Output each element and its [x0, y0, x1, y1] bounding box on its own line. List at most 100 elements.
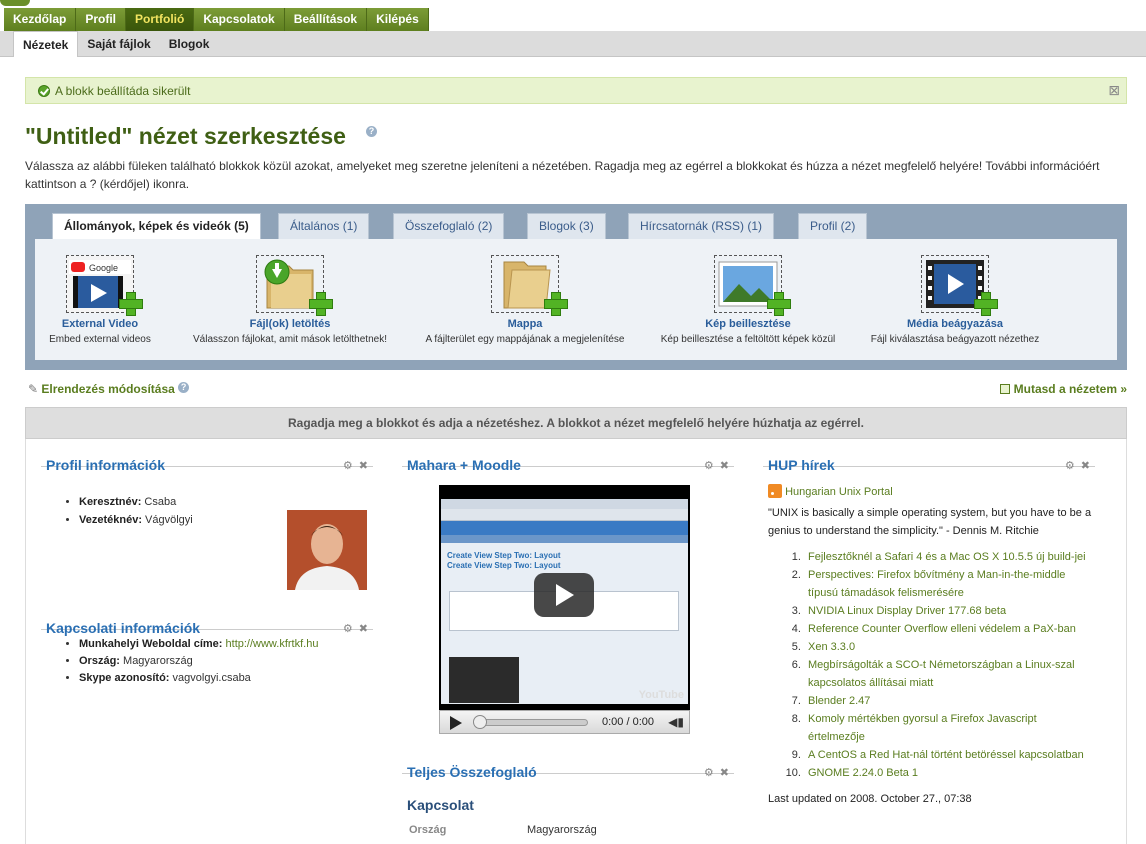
gear-icon[interactable]: ⚙ [343, 623, 353, 635]
seek-bar[interactable] [476, 719, 588, 726]
page-title: "Untitled" nézet szerkesztése [25, 123, 346, 149]
block-profile-header[interactable]: Profil információk ⚙ ✖ [41, 439, 373, 473]
subnav-item-blogs[interactable]: Blogok [160, 31, 219, 57]
video-overlay-subtitle: Create View Step Two: Layout [447, 561, 561, 570]
top-bar: Kezdőlap Profil Portfolió Kapcsolatok Be… [0, 0, 1146, 31]
block-list: Google External Video Embed external vid… [35, 239, 1117, 360]
block-title: Mahara + Moodle [407, 457, 521, 473]
view-icon [1000, 384, 1011, 394]
drop-zone-hint: Ragadja meg a blokkot és adja a nézetésh… [25, 407, 1127, 439]
seek-handle[interactable] [473, 715, 487, 729]
block-title: Teljes Összefoglaló [407, 764, 537, 780]
block-desc: A fájlterület egy mappájának a megjelení… [425, 334, 625, 345]
column-1: Profil információk ⚙ ✖ Keresztnév: Csaba … [41, 439, 373, 687]
summary-row: Ország Magyarország [409, 824, 729, 836]
tab-files-images-videos[interactable]: Állományok, képek és videók (5) [52, 213, 261, 240]
profile-photo [287, 510, 367, 590]
block-title: Kapcsolati információk [46, 620, 201, 636]
svg-text:Google: Google [89, 263, 118, 273]
last-updated: Last updated on 2008. October 27., 07:38 [768, 793, 972, 805]
list-item: Megbírságolták a SCO-t Németországban a … [804, 656, 1095, 692]
block-desc: Fájl kiválasztása beágyazott nézethez [870, 334, 1040, 345]
list-item: Komoly mértékben gyorsul a Firefox Javas… [804, 710, 1095, 746]
video-player[interactable]: Create View Step Two: Layout Create View… [439, 485, 690, 734]
view-canvas: Profil információk ⚙ ✖ Keresztnév: Csaba … [25, 439, 1127, 844]
gear-icon[interactable]: ⚙ [343, 460, 353, 472]
block-title: Profil információk [46, 457, 166, 473]
volume-icon[interactable]: ◀▮ [668, 715, 684, 729]
close-icon[interactable]: ✖ [720, 767, 729, 779]
play-icon[interactable] [450, 716, 462, 730]
summary-subtitle: Kapcsolat [407, 797, 474, 813]
gear-icon[interactable]: ⚙ [704, 460, 714, 472]
block-folder[interactable]: Mappa A fájlterület egy mappájának a meg… [410, 239, 640, 345]
tab-general[interactable]: Általános (1) [278, 213, 370, 239]
success-message: A blokk beállítáda sikerült ⊠ [25, 77, 1127, 104]
list-item: GNOME 2.24.0 Beta 1 [804, 764, 1095, 782]
block-summary-header[interactable]: Teljes Összefoglaló ⚙ ✖ [402, 746, 734, 780]
sub-nav: Nézetek Saját fájlok Blogok [0, 31, 1146, 57]
nav-item-profile[interactable]: Profil [76, 8, 127, 31]
contact-row: Ország: Magyarország [79, 653, 373, 670]
news-list: Fejlesztőknél a Safari 4 és a Mac OS X 1… [804, 548, 1095, 782]
nav-item-home[interactable]: Kezdőlap [4, 8, 77, 31]
tab-rss[interactable]: Hírcsatornák (RSS) (1) [628, 213, 775, 239]
block-insert-image[interactable]: Kép beillesztése Kép beillesztése a felt… [643, 239, 853, 345]
tab-summary[interactable]: Összefoglaló (2) [393, 213, 505, 239]
folder-icon [491, 255, 568, 316]
gear-icon[interactable]: ⚙ [1065, 460, 1075, 472]
nav-item-contacts[interactable]: Kapcsolatok [194, 8, 285, 31]
list-item: Blender 2.47 [804, 692, 1095, 710]
list-item: Reference Counter Overflow elleni védele… [804, 620, 1095, 638]
block-hup-header[interactable]: HUP hírek ⚙ ✖ [763, 439, 1095, 473]
block-profile-body: Keresztnév: Csaba Vezetéknév: Vágvölgyi [41, 493, 373, 593]
help-icon[interactable]: ? [366, 126, 377, 137]
block-file-download[interactable]: Fájl(ok) letöltés Válasszon fájlokat, am… [175, 239, 405, 345]
column-3: HUP hírek ⚙ ✖ Hungarian Unix Portal "UNIX… [763, 439, 1095, 805]
close-icon[interactable]: ✖ [359, 460, 368, 472]
list-item: NVIDIA Linux Display Driver 177.68 beta [804, 602, 1095, 620]
block-name: Kép beillesztése [705, 318, 791, 330]
play-button[interactable] [534, 573, 594, 617]
summary-row-label: Ország [409, 824, 447, 836]
list-item: Fejlesztőknél a Safari 4 és a Mac OS X 1… [804, 548, 1095, 566]
rss-feed-link[interactable]: Hungarian Unix Portal [768, 484, 1095, 498]
nav-item-settings[interactable]: Beállítások [284, 8, 368, 31]
main-nav: Kezdőlap Profil Portfolió Kapcsolatok Be… [4, 8, 429, 31]
block-name: Fájl(ok) letöltés [249, 318, 331, 330]
block-external-video[interactable]: Google External Video Embed external vid… [45, 239, 155, 345]
change-layout-link[interactable]: ✎ Elrendezés módosítása ? [28, 382, 190, 396]
nav-item-portfolio[interactable]: Portfolió [126, 8, 195, 31]
block-video-header[interactable]: Mahara + Moodle ⚙ ✖ [402, 439, 734, 473]
help-icon[interactable]: ? [178, 382, 190, 393]
close-icon[interactable]: ⊠ [1108, 82, 1120, 99]
hup-quote: "UNIX is basically a simple operating sy… [768, 507, 1092, 537]
page-intro: Válassza az alábbi füleken található blo… [25, 159, 1100, 191]
profile-row: Keresztnév: Csaba [79, 493, 373, 511]
video-time: 0:00 / 0:00 [602, 716, 654, 728]
close-icon[interactable]: ✖ [359, 623, 368, 635]
tab-blogs[interactable]: Blogok (3) [527, 213, 606, 239]
subnav-item-views[interactable]: Nézetek [13, 31, 79, 57]
download-folder-icon [256, 255, 333, 316]
list-item: Perspectives: Firefox bővítmény a Man-in… [804, 566, 1095, 602]
gear-icon[interactable]: ⚙ [704, 767, 714, 779]
block-name: Mappa [507, 318, 543, 330]
block-media-embed[interactable]: Média beágyazása Fájl kiválasztása beágy… [855, 239, 1055, 345]
video-overlay-title: Create View Step Two: Layout [447, 551, 561, 560]
close-icon[interactable]: ✖ [720, 460, 729, 472]
block-contact-header[interactable]: Kapcsolati információk ⚙ ✖ [41, 602, 373, 636]
block-name: External Video [61, 318, 139, 330]
column-2: Mahara + Moodle ⚙ ✖ Create View Step Two:… [402, 439, 734, 836]
show-my-view-link[interactable]: Mutasd a nézetem » [1000, 382, 1127, 396]
nav-item-logout[interactable]: Kilépés [367, 8, 429, 31]
close-icon[interactable]: ✖ [1081, 460, 1090, 472]
tab-profile[interactable]: Profil (2) [798, 213, 868, 239]
block-desc: Embed external videos [49, 334, 151, 345]
block-title: HUP hírek [768, 457, 835, 473]
list-item: Xen 3.3.0 [804, 638, 1095, 656]
website-link[interactable]: http://www.kfrtkf.hu [226, 638, 319, 650]
block-name: Média beágyazása [907, 318, 1003, 330]
logo [0, 0, 30, 6]
subnav-item-my-files[interactable]: Saját fájlok [78, 31, 159, 57]
